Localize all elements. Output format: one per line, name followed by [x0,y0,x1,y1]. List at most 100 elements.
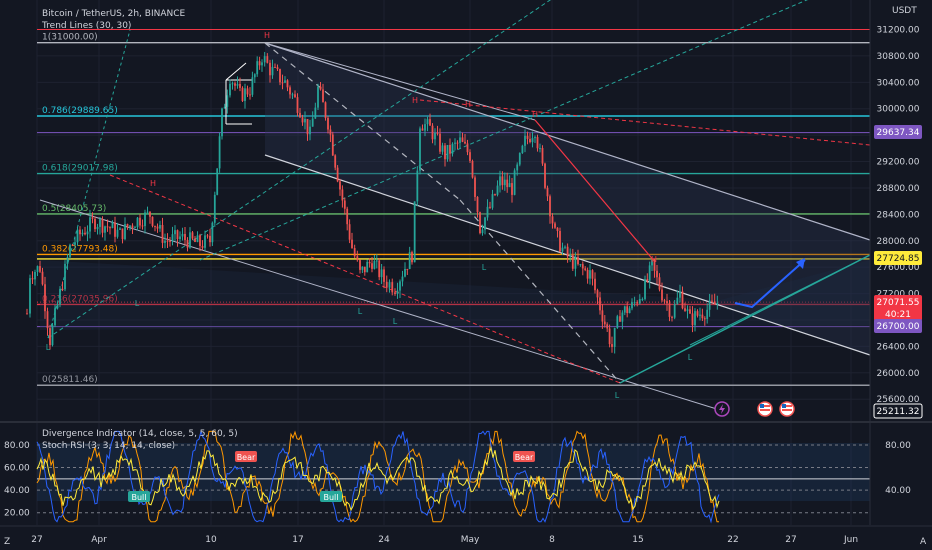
bear-label: Bear [237,453,256,462]
svg-text:29637.34: 29637.34 [877,128,920,138]
osc-tick-right: 40.00 [885,486,911,496]
candle-body [713,301,716,305]
us-flag-icon[interactable] [757,401,773,417]
candle-body [334,155,337,168]
candle-body [159,224,161,229]
candle-body [546,187,549,197]
candle-body [703,318,706,320]
candle-body [661,289,663,301]
candle-body [577,257,579,265]
candle-body [124,224,126,240]
candle-body [359,260,361,270]
candle-body [404,268,406,277]
zoom-tool[interactable]: Z [4,537,10,547]
candle-body [319,86,322,90]
candle-body [668,303,671,317]
candle-body [479,212,481,234]
candle-body [569,254,572,257]
candle-body [496,185,499,195]
candle-body [223,106,226,109]
pivot-low: L [135,299,140,308]
pivot-low: L [482,263,487,272]
candle-body [322,89,324,103]
candle-body [419,128,421,171]
candle-body [431,125,434,140]
price-tick-label: 30000.00 [877,105,920,115]
candle-body [474,177,476,197]
candle-body [476,196,479,213]
candle-body [141,225,144,227]
candle-body [464,141,466,144]
pivot-high: H [651,255,657,264]
candle-body [256,61,259,75]
candle-body [656,270,658,278]
candle-body [534,137,536,139]
candle-body [129,225,131,228]
candle-body [644,279,646,300]
candle-body [539,148,541,150]
candle-body [638,299,641,304]
osc-tick-left: 60.00 [4,464,30,474]
candle-body [211,222,214,243]
candle-body [174,230,176,235]
candle-body [663,300,666,302]
candle-body [491,194,494,208]
candle-body [91,217,94,219]
bear-label: Bear [515,453,534,462]
candle-body [424,124,426,131]
candle-body [229,83,231,96]
candle-body [466,143,469,153]
candle-body [541,148,544,164]
candle-body [626,306,629,314]
chart-canvas[interactable]: 1(31000.00) 0.786(29889.65) 0.618(29017.98… [0,0,932,550]
candle-body [561,247,564,252]
osc-tick-left: 80.00 [4,441,30,451]
candle-body [169,240,171,242]
candle-body [239,83,241,88]
candle-body [459,137,461,143]
bull-label: Bull [131,493,146,502]
candle-body [681,291,684,309]
lightning-icon[interactable] [714,401,730,417]
candle-body [39,266,41,272]
candle-body [51,325,54,346]
candle-body [291,94,294,96]
bull-label: Bull [323,493,338,502]
candle-body [194,238,196,242]
candle-body [536,137,539,149]
candle-body [284,80,286,83]
candle-body [666,301,668,304]
candle-body [411,252,413,263]
candle-body [469,152,471,161]
candle-body [34,271,36,280]
candle-body [416,170,419,202]
candle-body [608,328,611,345]
price-tick-label: 30400.00 [877,78,920,88]
candle-body [31,278,34,280]
candle-body [196,235,199,242]
pivot-low: L [46,343,51,352]
time-tick-label: 22 [727,535,738,545]
candle-body [253,74,256,78]
auto-scale-tool[interactable]: A [920,537,927,547]
candle-body [154,225,156,227]
candle-body [396,290,399,295]
candle-body [699,314,701,316]
candle-body [621,312,624,322]
candle-body [631,302,633,309]
trend-indicator-label: Trend Lines (30, 30) [41,21,131,31]
candle-body [633,302,636,304]
candle-body [429,119,431,126]
candle-body [216,168,219,195]
candle-body [201,245,204,248]
candle-body [484,217,486,230]
candle-body [706,309,709,320]
candle-body [641,299,644,301]
candle-body [126,224,129,228]
price-tick-label: 28400.00 [877,210,920,220]
us-flag-icon-2[interactable] [779,401,795,417]
candle-body [544,163,546,188]
candle-body [529,138,531,143]
candle-body [658,277,661,290]
candle-body [151,216,154,226]
